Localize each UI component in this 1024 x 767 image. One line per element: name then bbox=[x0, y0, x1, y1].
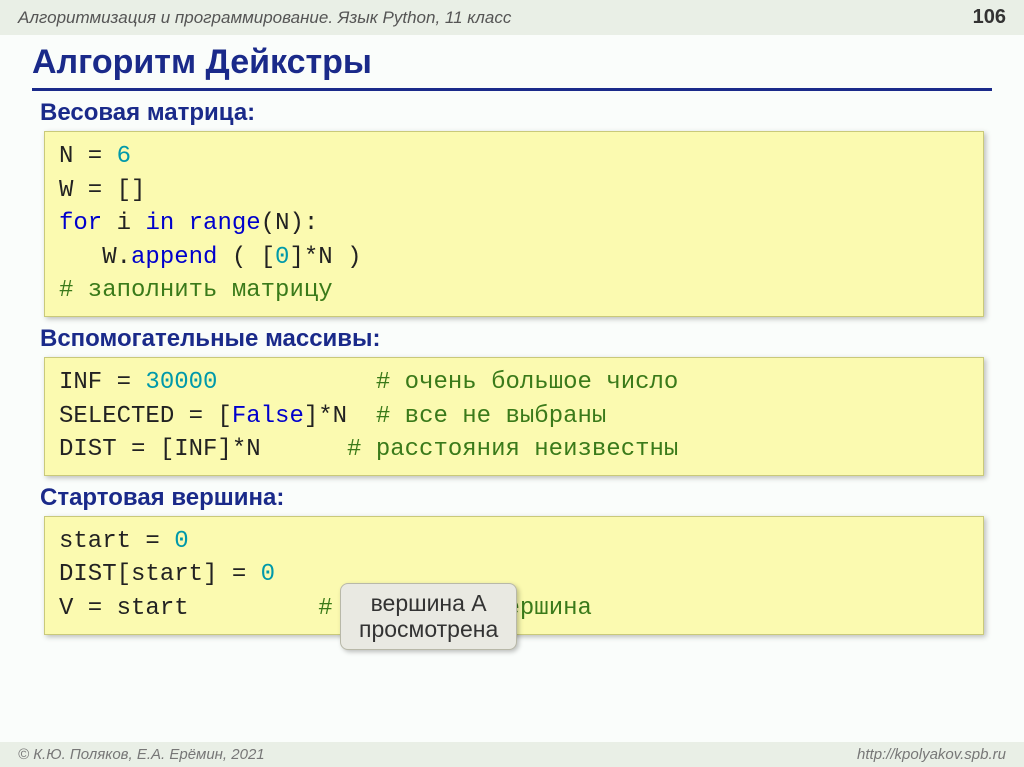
section-3-title: Стартовая вершина: bbox=[40, 484, 992, 512]
footer-link: http://kpolyakov.spb.ru bbox=[857, 746, 1006, 763]
header-bar: Алгоритмизация и программирование. Язык … bbox=[0, 0, 1024, 35]
section-1-title: Весовая матрица: bbox=[40, 99, 992, 127]
callout-line-2: просмотрена bbox=[359, 616, 498, 642]
page-number: 106 bbox=[973, 6, 1006, 29]
code-block-2: INF = 30000 # очень большое число SELECT… bbox=[44, 357, 984, 476]
callout-line-1: вершина A bbox=[359, 590, 498, 616]
slide-content: Алгоритм Дейкстры Весовая матрица: N = 6… bbox=[0, 35, 1024, 635]
section-2-title: Вспомогательные массивы: bbox=[40, 325, 992, 353]
footer-copyright: © К.Ю. Поляков, Е.А. Ерёмин, 2021 bbox=[18, 746, 265, 763]
code-block-1: N = 6 W = [] for i in range(N): W.append… bbox=[44, 131, 984, 317]
course-title: Алгоритмизация и программирование. Язык … bbox=[18, 8, 511, 28]
slide-title: Алгоритм Дейкстры bbox=[32, 43, 992, 91]
footer-bar: © К.Ю. Поляков, Е.А. Ерёмин, 2021 http:/… bbox=[0, 742, 1024, 767]
callout-box: вершина A просмотрена bbox=[340, 583, 517, 650]
